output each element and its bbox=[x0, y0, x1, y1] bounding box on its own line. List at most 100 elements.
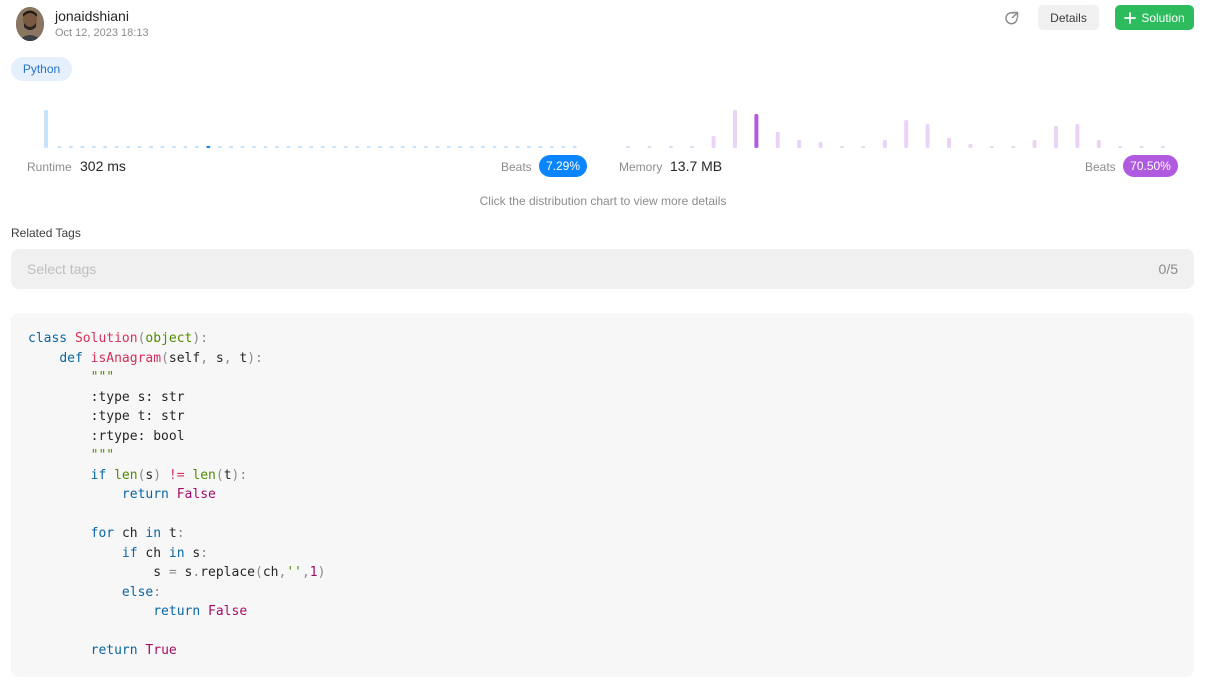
runtime-distribution-bar[interactable] bbox=[538, 145, 543, 148]
language-tag[interactable]: Python bbox=[11, 57, 72, 81]
username[interactable]: jonaidshiani bbox=[55, 8, 129, 24]
memory-distribution-bar[interactable] bbox=[1161, 146, 1165, 148]
runtime-distribution-bar[interactable] bbox=[114, 145, 119, 148]
runtime-distribution-bar[interactable] bbox=[504, 145, 508, 148]
runtime-distribution-bar[interactable] bbox=[160, 145, 165, 148]
runtime-distribution-bar[interactable] bbox=[400, 145, 405, 148]
code-line: if ch in s: bbox=[121, 545, 209, 561]
tags-select-input[interactable]: Select tags 0/5 bbox=[11, 249, 1194, 289]
memory-distribution-bar[interactable] bbox=[947, 138, 951, 148]
runtime-distribution-bar[interactable] bbox=[446, 145, 451, 148]
runtime-distribution-bar[interactable] bbox=[458, 145, 463, 148]
memory-distribution-bar[interactable] bbox=[797, 140, 802, 148]
memory-distribution-bar[interactable] bbox=[989, 146, 994, 148]
runtime-distribution-bar[interactable] bbox=[469, 145, 474, 148]
share-button[interactable] bbox=[1000, 6, 1024, 30]
runtime-distribution-bar[interactable] bbox=[526, 145, 531, 148]
memory-distribution-bar[interactable] bbox=[626, 146, 630, 148]
runtime-distribution-bar[interactable] bbox=[252, 145, 257, 148]
memory-distribution-bar[interactable] bbox=[968, 144, 973, 148]
distribution-hint: Click the distribution chart to view mor… bbox=[479, 194, 727, 208]
details-button[interactable]: Details bbox=[1038, 5, 1099, 30]
runtime-distribution-bar[interactable] bbox=[126, 145, 131, 148]
runtime-distribution-bar[interactable] bbox=[263, 145, 268, 148]
runtime-distribution-bar[interactable] bbox=[275, 145, 279, 148]
memory-distribution-bar[interactable] bbox=[904, 120, 909, 148]
runtime-distribution-bar[interactable] bbox=[240, 145, 245, 148]
runtime-distribution-chart[interactable] bbox=[30, 104, 585, 154]
memory-distribution-chart[interactable] bbox=[624, 104, 1176, 154]
runtime-distribution-bar[interactable] bbox=[389, 145, 394, 148]
runtime-distribution-bar[interactable] bbox=[435, 145, 440, 148]
runtime-distribution-bar[interactable] bbox=[183, 145, 188, 148]
runtime-distribution-bar[interactable] bbox=[171, 145, 176, 148]
code-line: """ bbox=[90, 370, 115, 385]
runtime-distribution-bar[interactable] bbox=[515, 145, 520, 148]
memory-distribution-bar[interactable] bbox=[882, 140, 887, 148]
memory-distribution-bar[interactable] bbox=[1054, 126, 1058, 148]
runtime-distribution-bar[interactable] bbox=[57, 145, 62, 148]
runtime-distribution-bar[interactable] bbox=[549, 145, 554, 148]
runtime-distribution-bar[interactable] bbox=[80, 145, 85, 148]
runtime-distribution-bar[interactable] bbox=[355, 145, 360, 148]
memory-distribution-bar[interactable] bbox=[1011, 146, 1016, 148]
runtime-distribution-bar[interactable] bbox=[332, 145, 337, 148]
runtime-distribution-bar[interactable] bbox=[492, 145, 497, 148]
memory-distribution-bar[interactable] bbox=[1139, 146, 1144, 148]
memory-distribution-bar[interactable] bbox=[1096, 140, 1101, 148]
timestamp: Oct 12, 2023 18:13 bbox=[55, 27, 149, 39]
runtime-distribution-bar[interactable] bbox=[286, 145, 291, 148]
memory-distribution-bar[interactable] bbox=[925, 124, 930, 148]
memory-distribution-bar[interactable] bbox=[711, 136, 716, 148]
runtime-distribution-bar[interactable] bbox=[412, 145, 417, 148]
memory-value: 13.7 MB bbox=[670, 158, 723, 174]
runtime-distribution-bar[interactable] bbox=[320, 145, 325, 148]
runtime-distribution-bar[interactable] bbox=[206, 145, 211, 148]
tags-placeholder: Select tags bbox=[27, 261, 97, 277]
code-line: :type t: str bbox=[28, 409, 185, 424]
code-line: s = s.replace(ch,'',1) bbox=[153, 565, 326, 580]
runtime-distribution-bar[interactable] bbox=[309, 145, 314, 148]
memory-beats-badge: 70.50% bbox=[1123, 155, 1178, 177]
runtime-distribution-bar[interactable] bbox=[149, 145, 154, 148]
memory-distribution-bar[interactable] bbox=[840, 146, 844, 148]
runtime-distribution-bar[interactable] bbox=[68, 145, 73, 148]
memory-distribution-bar[interactable] bbox=[690, 146, 695, 148]
runtime-distribution-bar[interactable] bbox=[229, 145, 234, 148]
memory-distribution-bar[interactable] bbox=[668, 146, 673, 148]
memory-distribution-bar[interactable] bbox=[775, 132, 780, 148]
code-line: def isAnagram(self, s, t): bbox=[59, 350, 263, 366]
runtime-distribution-bar[interactable] bbox=[481, 145, 486, 148]
runtime-distribution-bar[interactable] bbox=[378, 145, 383, 148]
code-line: for ch in t: bbox=[90, 526, 185, 541]
code-line: if len(s) != len(t): bbox=[90, 467, 248, 483]
runtime-distribution-bar[interactable] bbox=[423, 145, 428, 148]
code-block: class Solution(object): def isAnagram(se… bbox=[11, 313, 1194, 677]
runtime-distribution-bar[interactable] bbox=[297, 145, 302, 148]
memory-distribution-bar[interactable] bbox=[733, 110, 737, 148]
runtime-distribution-bar[interactable] bbox=[194, 145, 199, 148]
runtime-distribution-bar[interactable] bbox=[572, 145, 577, 148]
runtime-distribution-bar[interactable] bbox=[103, 145, 108, 148]
memory-distribution-bar[interactable] bbox=[1032, 140, 1037, 148]
runtime-label: Runtime bbox=[27, 160, 72, 174]
memory-distribution-bar[interactable] bbox=[647, 146, 652, 148]
runtime-distribution-bar[interactable] bbox=[91, 145, 96, 148]
memory-distribution-bar[interactable] bbox=[1118, 146, 1123, 148]
runtime-distribution-bar[interactable] bbox=[366, 145, 371, 148]
avatar[interactable] bbox=[16, 7, 44, 41]
runtime-distribution-bar[interactable] bbox=[137, 145, 142, 148]
memory-beats-label: Beats bbox=[1085, 160, 1116, 174]
memory-distribution-bar[interactable] bbox=[861, 146, 866, 148]
memory-distribution-bar[interactable] bbox=[818, 142, 823, 148]
memory-distribution-bar[interactable] bbox=[1075, 124, 1080, 148]
code-line: return True bbox=[90, 643, 177, 658]
runtime-distribution-bar[interactable] bbox=[44, 110, 48, 148]
post-solution-button[interactable]: Solution bbox=[1115, 5, 1194, 30]
runtime-distribution-bar[interactable] bbox=[561, 145, 566, 148]
memory-distribution-bar[interactable] bbox=[754, 114, 759, 148]
runtime-distribution-bar[interactable] bbox=[217, 145, 222, 148]
runtime-distribution-bar[interactable] bbox=[343, 145, 348, 148]
